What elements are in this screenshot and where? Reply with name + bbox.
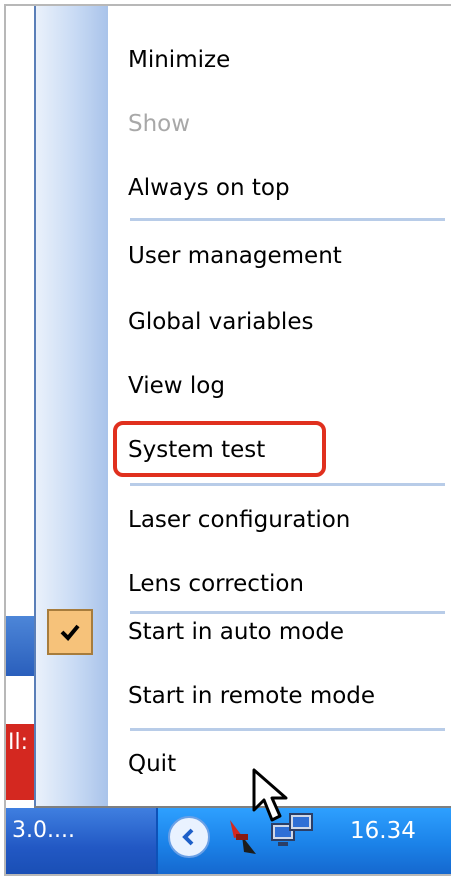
menu-item-show[interactable]: Show xyxy=(108,94,451,154)
background-window-titlebar xyxy=(6,616,34,676)
system-tray: 16.34 xyxy=(156,808,451,874)
menu-item-label: Lens correction xyxy=(128,571,305,597)
menu-item-label: Laser configuration xyxy=(128,507,351,533)
menu-item-laser-configuration[interactable]: Laser configuration xyxy=(108,490,451,550)
menu-item-global-variables[interactable]: Global variables xyxy=(108,292,451,352)
menu-item-label: Global variables xyxy=(128,309,314,335)
background-red-text: Il: xyxy=(8,730,29,755)
menu-item-label: Show xyxy=(128,111,191,137)
menu-item-label: Quit xyxy=(128,751,177,777)
tray-clock[interactable]: 16.34 xyxy=(350,818,416,844)
menu-item-view-log[interactable]: View log xyxy=(108,356,451,416)
menu-item-label: User management xyxy=(128,243,342,269)
menu-item-label: View log xyxy=(128,373,225,399)
menu-item-label: Start in auto mode xyxy=(128,619,345,645)
menu-item-user-management[interactable]: User management xyxy=(108,226,451,286)
background-window-red-area: Il: xyxy=(6,724,34,800)
menu-separator xyxy=(130,728,445,731)
context-menu: Minimize Show Always on top User managem… xyxy=(34,6,451,808)
menu-separator xyxy=(130,218,445,221)
menu-item-start-remote-mode[interactable]: Start in remote mode xyxy=(108,666,451,726)
menu-item-start-auto-mode[interactable]: Start in auto mode xyxy=(108,602,451,662)
taskbar-button-text[interactable]: 3.0.... xyxy=(12,818,75,843)
highlight-annotation xyxy=(113,421,326,477)
menu-separator xyxy=(130,483,445,486)
checkmark-box xyxy=(47,609,93,655)
menu-icon-gutter xyxy=(36,6,108,806)
menu-item-label: Start in remote mode xyxy=(128,683,376,709)
taskbar: 3.0.... 16.34 xyxy=(6,808,451,874)
menu-item-minimize[interactable]: Minimize xyxy=(108,30,451,90)
chevron-left-icon[interactable] xyxy=(168,816,210,858)
screenshot-frame: Il: Minimize Show Always on top User man… xyxy=(4,4,451,876)
menu-item-label: Minimize xyxy=(128,47,231,73)
mouse-pointer-icon xyxy=(252,768,288,822)
menu-item-label: Always on top xyxy=(128,175,290,201)
checkmark-icon xyxy=(60,624,80,641)
background-window xyxy=(6,6,34,826)
menu-item-always-on-top[interactable]: Always on top xyxy=(108,158,451,218)
